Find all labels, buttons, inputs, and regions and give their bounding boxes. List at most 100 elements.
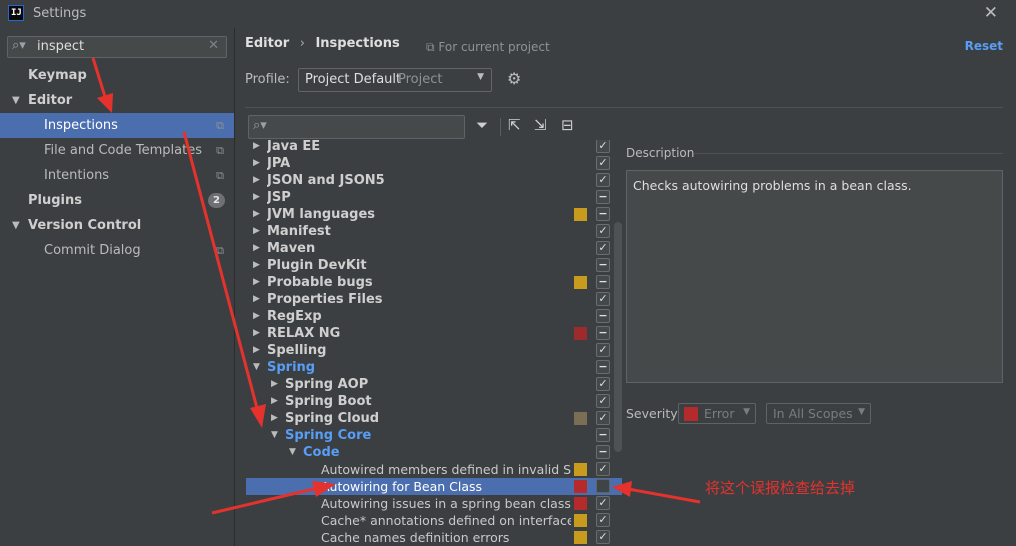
enabled-checkbox[interactable]: ✓: [596, 156, 610, 170]
close-icon[interactable]: ✕: [984, 3, 998, 23]
expand-arrow-icon[interactable]: ▶: [271, 393, 278, 410]
sidebar-item-commit-dialog[interactable]: Commit Dialog ⧉: [0, 238, 234, 263]
enabled-checkbox[interactable]: ✓: [596, 224, 610, 238]
inspection-label: Spelling: [267, 343, 327, 358]
inspection-group-row[interactable]: ▼ Spring Core −: [246, 427, 622, 444]
inspection-label: Probable bugs: [267, 275, 373, 290]
expand-arrow-icon[interactable]: ▶: [253, 155, 260, 172]
sidebar-item-file-and-code-templates[interactable]: File and Code Templates ⧉: [0, 138, 234, 163]
inspection-label: Properties Files: [267, 292, 383, 307]
inspection-row[interactable]: Autowiring issues in a spring bean class…: [246, 495, 622, 512]
inspection-group-row[interactable]: ▶ Probable bugs −: [246, 274, 622, 291]
inspection-row[interactable]: Autowiring for Bean Class: [246, 478, 622, 495]
filter-icon[interactable]: ⏷: [476, 116, 488, 134]
expand-arrow-icon[interactable]: ▶: [253, 189, 260, 206]
inspection-label: JSP: [267, 190, 291, 205]
enabled-checkbox[interactable]: ✓: [596, 513, 610, 527]
enabled-checkbox[interactable]: −: [596, 309, 610, 323]
profile-dropdown[interactable]: Project Default Project ▼: [298, 68, 492, 92]
inspection-group-row[interactable]: ▶ JVM languages −: [246, 206, 622, 223]
enabled-checkbox[interactable]: −: [596, 445, 610, 459]
expand-arrow-icon[interactable]: ▶: [271, 376, 278, 393]
inspection-group-row[interactable]: ▶ Spring Boot ✓: [246, 393, 622, 410]
inspection-group-row[interactable]: ▶ Plugin DevKit −: [246, 257, 622, 274]
expand-arrow-icon[interactable]: ▶: [253, 274, 260, 291]
tree-scrollbar[interactable]: [614, 222, 622, 452]
inspection-group-row[interactable]: ▶ JSP −: [246, 189, 622, 206]
enabled-checkbox[interactable]: −: [596, 428, 610, 442]
sidebar-item-version-control[interactable]: ▼ Version Control: [0, 213, 234, 238]
inspection-group-row[interactable]: ▶ Java EE ✓: [246, 140, 622, 155]
clear-search-icon[interactable]: ✕: [208, 38, 219, 53]
enabled-checkbox[interactable]: ✓: [596, 241, 610, 255]
expand-arrow-icon[interactable]: ▶: [253, 140, 260, 155]
enabled-checkbox[interactable]: ✓: [596, 140, 610, 153]
inspection-group-row[interactable]: ▼ Spring −: [246, 359, 622, 376]
expand-arrow-icon[interactable]: ▶: [253, 342, 260, 359]
inspection-group-row[interactable]: ▶ JSON and JSON5 ✓: [246, 172, 622, 189]
expand-arrow-icon[interactable]: ▼: [12, 88, 20, 113]
inspection-group-row[interactable]: ▶ Maven ✓: [246, 240, 622, 257]
inspection-group-row[interactable]: ▶ Properties Files ✓: [246, 291, 622, 308]
expand-arrow-icon[interactable]: ▶: [253, 308, 260, 325]
enabled-checkbox[interactable]: ✓: [596, 377, 610, 391]
inspection-row[interactable]: Cache* annotations defined on interfaces…: [246, 512, 622, 529]
gear-icon[interactable]: ⚙: [507, 69, 521, 88]
inspection-group-row[interactable]: ▶ Manifest ✓: [246, 223, 622, 240]
expand-arrow-icon[interactable]: ▼: [12, 213, 20, 238]
inspection-row[interactable]: Cache names definition errors ✓: [246, 529, 622, 546]
enabled-checkbox[interactable]: ✓: [596, 394, 610, 408]
collapse-all-icon[interactable]: ⇲: [534, 116, 547, 134]
collapse-arrow-icon[interactable]: ▼: [253, 359, 260, 376]
expand-arrow-icon[interactable]: ▶: [253, 257, 260, 274]
breadcrumb-separator: ›: [299, 36, 305, 51]
enabled-checkbox[interactable]: [596, 479, 610, 493]
severity-indicator: [574, 497, 587, 510]
severity-dropdown[interactable]: Error ▼: [678, 403, 756, 424]
inspection-row[interactable]: Autowired members defined in invalid Spr…: [246, 461, 622, 478]
inspection-group-row[interactable]: ▶ Spring AOP ✓: [246, 376, 622, 393]
inspection-group-row[interactable]: ▶ RegExp −: [246, 308, 622, 325]
enabled-checkbox[interactable]: ✓: [596, 462, 610, 476]
inspection-group-row[interactable]: ▶ Spring Cloud ✓: [246, 410, 622, 427]
inspection-group-row[interactable]: ▼ Code −: [246, 444, 622, 461]
inspection-filter-input[interactable]: ⌕▾: [248, 115, 465, 139]
enabled-checkbox[interactable]: −: [596, 207, 610, 221]
inspection-group-row[interactable]: ▶ JPA ✓: [246, 155, 622, 172]
enabled-checkbox[interactable]: ✓: [596, 173, 610, 187]
expand-arrow-icon[interactable]: ▶: [271, 410, 278, 427]
sidebar-item-intentions[interactable]: Intentions ⧉: [0, 163, 234, 188]
expand-arrow-icon[interactable]: ▶: [253, 206, 260, 223]
inspection-group-row[interactable]: ▶ RELAX NG −: [246, 325, 622, 342]
expand-arrow-icon[interactable]: ▶: [253, 223, 260, 240]
reset-to-default-icon[interactable]: ⊟: [561, 116, 574, 134]
expand-arrow-icon[interactable]: ▶: [253, 325, 260, 342]
reset-link[interactable]: Reset: [965, 39, 1003, 53]
expand-arrow-icon[interactable]: ▶: [253, 240, 260, 257]
collapse-arrow-icon[interactable]: ▼: [271, 427, 278, 444]
scope-dropdown[interactable]: In All Scopes ▼: [766, 403, 871, 424]
enabled-checkbox[interactable]: −: [596, 190, 610, 204]
inspection-label: Spring: [267, 360, 316, 375]
expand-arrow-icon[interactable]: ▶: [253, 172, 260, 189]
collapse-arrow-icon[interactable]: ▼: [289, 444, 296, 461]
breadcrumb-editor[interactable]: Editor: [245, 36, 289, 51]
expand-all-icon[interactable]: ⇱: [508, 116, 521, 134]
sidebar-item-editor[interactable]: ▼ Editor: [0, 88, 234, 113]
settings-search-input[interactable]: ⌕▾ inspect ✕: [7, 36, 227, 58]
enabled-checkbox[interactable]: ✓: [596, 292, 610, 306]
expand-arrow-icon[interactable]: ▶: [253, 291, 260, 308]
enabled-checkbox[interactable]: ✓: [596, 411, 610, 425]
enabled-checkbox[interactable]: ✓: [596, 496, 610, 510]
enabled-checkbox[interactable]: −: [596, 326, 610, 340]
sidebar-item-keymap[interactable]: Keymap: [0, 63, 234, 88]
sidebar-item-inspections[interactable]: Inspections ⧉: [0, 113, 234, 138]
enabled-checkbox[interactable]: −: [596, 258, 610, 272]
enabled-checkbox[interactable]: ✓: [596, 343, 610, 357]
inspection-group-row[interactable]: ▶ Spelling ✓: [246, 342, 622, 359]
sidebar-item-plugins[interactable]: Plugins 2: [0, 188, 234, 213]
severity-indicator: [574, 531, 587, 544]
enabled-checkbox[interactable]: ✓: [596, 530, 610, 544]
enabled-checkbox[interactable]: −: [596, 275, 610, 289]
enabled-checkbox[interactable]: −: [596, 360, 610, 374]
